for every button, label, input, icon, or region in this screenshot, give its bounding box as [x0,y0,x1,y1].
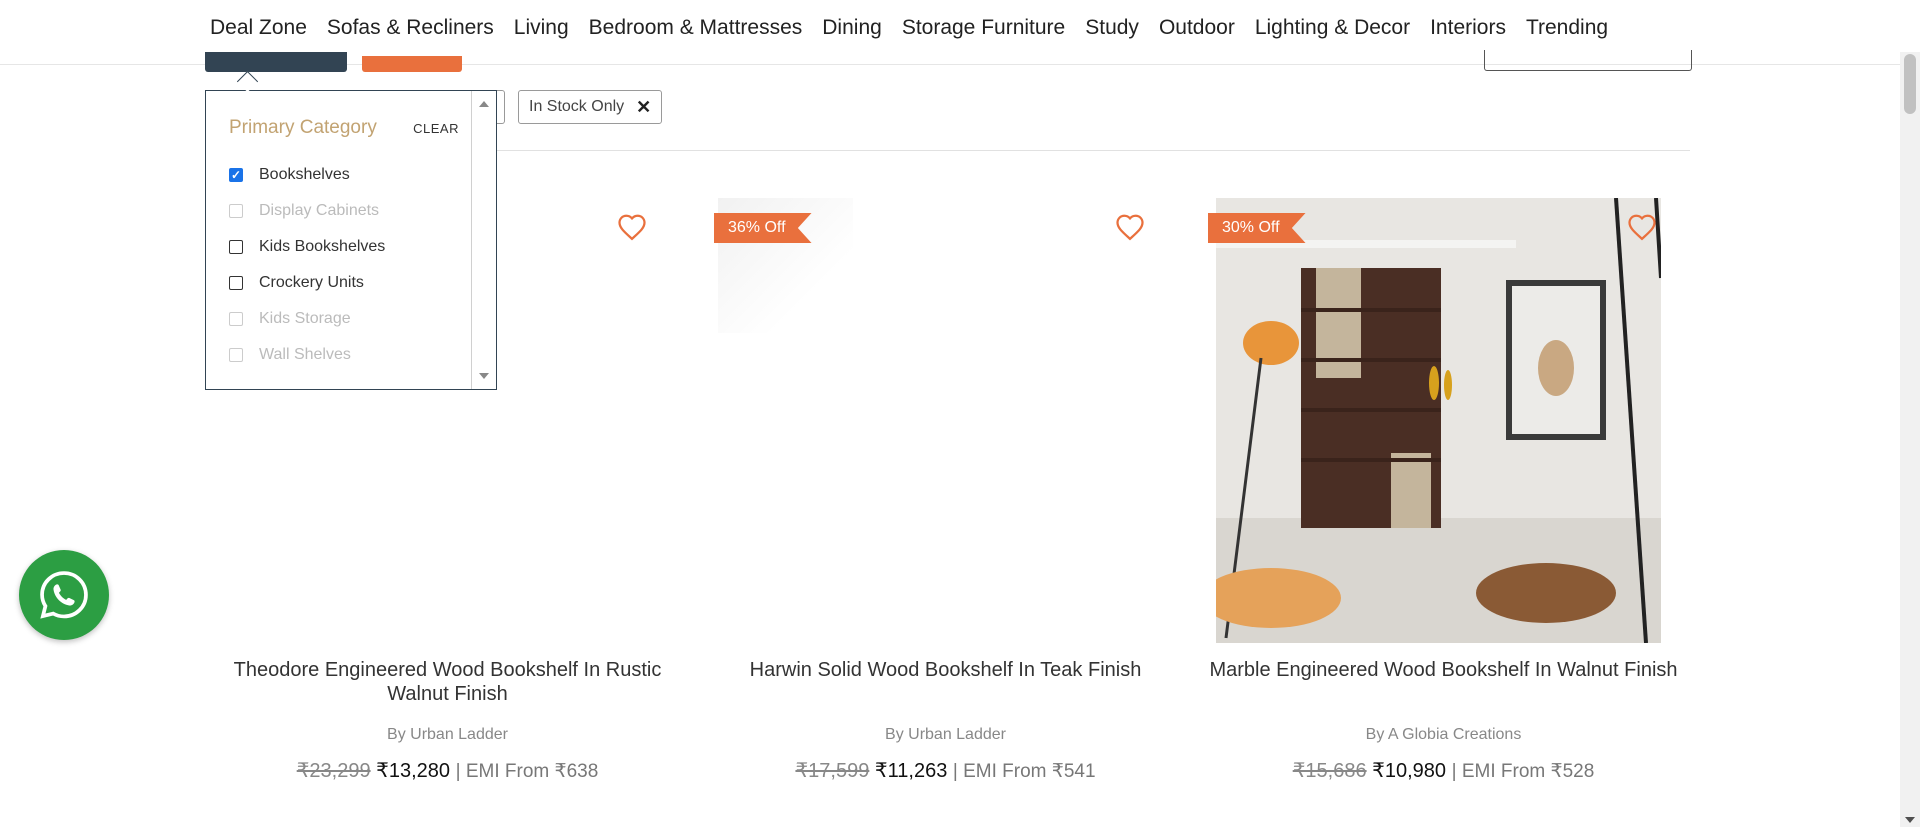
checkbox-checked-icon[interactable]: ✓ [229,168,243,182]
category-option-crockery-units[interactable]: Crockery Units [229,265,385,301]
nav-item-interiors[interactable]: Interiors [1430,16,1506,40]
whatsapp-icon [40,571,88,619]
category-option-bookshelves[interactable]: ✓ Bookshelves [229,157,385,193]
mrp-price: ₹15,686 [1292,760,1367,782]
category-option-wall-shelves: Wall Shelves [229,337,385,373]
sale-price: ₹13,280 [376,760,451,782]
nav-item-outdoor[interactable]: Outdoor [1159,16,1235,40]
heart-icon[interactable] [1115,213,1145,241]
category-option-display-cabinets: Display Cabinets [229,193,385,229]
product-price: ₹23,299 ₹13,280 | EMI From ₹638 [210,758,685,783]
nav-item-lighting-decor[interactable]: Lighting & Decor [1255,16,1410,40]
checkbox-disabled-icon [229,348,243,362]
emi-text: | EMI From ₹541 [952,761,1096,782]
discount-badge: 36% Off [714,213,812,243]
nav-item-study[interactable]: Study [1085,16,1139,40]
nav-item-living[interactable]: Living [514,16,569,40]
product-price: ₹15,686 ₹10,980 | EMI From ₹528 [1206,758,1681,783]
product-name[interactable]: Marble Engineered Wood Bookshelf In Waln… [1206,658,1681,682]
clear-button[interactable]: CLEAR [413,121,459,136]
page-scrollbar[interactable] [1900,52,1920,827]
product-image[interactable] [1216,198,1661,643]
emi-text: | EMI From ₹638 [455,761,599,782]
chip-label: In Stock Only [529,98,625,115]
checkbox-disabled-icon [229,312,243,326]
nav-item-dining[interactable]: Dining [822,16,882,40]
scroll-down-icon[interactable] [1905,817,1915,823]
product-name[interactable]: Theodore Engineered Wood Bookshelf In Ru… [210,658,685,706]
product-brand: By Urban Ladder [885,726,1006,743]
option-label: Crockery Units [259,274,364,291]
option-label: Display Cabinets [259,202,380,219]
close-icon[interactable]: ✕ [636,97,651,118]
dropdown-caret [236,70,259,93]
option-label: Bookshelves [259,166,350,183]
filter-button-active[interactable] [205,52,347,72]
filter-chip-in-stock[interactable]: In Stock Only ✕ [518,90,663,124]
mrp-price: ₹23,299 [296,760,371,782]
filter-button-accent[interactable] [362,56,462,72]
option-label: Kids Storage [259,310,351,327]
heart-icon[interactable] [1627,213,1657,241]
category-option-kids-bookshelves[interactable]: Kids Bookshelves [229,229,385,265]
sale-price: ₹10,980 [1372,760,1447,782]
heart-icon[interactable] [617,213,647,241]
primary-category-dropdown: Primary Category CLEAR ✓ Bookshelves Disp… [205,90,497,390]
category-option-kids-storage: Kids Storage [229,301,385,337]
nav-item-trending[interactable]: Trending [1526,16,1608,40]
product-brand: By Urban Ladder [387,726,508,743]
emi-text: | EMI From ₹528 [1451,761,1595,782]
product-price: ₹17,599 ₹11,263 | EMI From ₹541 [708,758,1183,783]
checkbox-disabled-icon [229,204,243,218]
nav-item-bedroom-mattresses[interactable]: Bedroom & Mattresses [589,16,803,40]
dropdown-scrollbar[interactable] [471,91,496,389]
dropdown-title: Primary Category [229,117,377,138]
nav-item-storage-furniture[interactable]: Storage Furniture [902,16,1065,40]
option-label: Kids Bookshelves [259,238,386,255]
scroll-up-icon[interactable] [479,101,489,107]
nav-item-deal-zone[interactable]: Deal Zone [210,16,307,40]
checkbox-icon[interactable] [229,276,243,290]
option-label: Wall Shelves [259,346,351,363]
scrollbar-thumb[interactable] [1904,54,1916,114]
sort-dropdown[interactable] [1484,50,1692,71]
product-name[interactable]: Harwin Solid Wood Bookshelf In Teak Fini… [708,658,1183,682]
whatsapp-button[interactable] [19,550,109,640]
product-image[interactable] [718,198,1163,643]
nav-item-sofas-recliners[interactable]: Sofas & Recliners [327,16,494,40]
checkbox-icon[interactable] [229,240,243,254]
mrp-price: ₹17,599 [795,760,870,782]
product-brand: By A Globia Creations [1365,726,1522,743]
category-option-list: ✓ Bookshelves Display Cabinets Kids Books… [229,157,385,373]
nav-list: Deal Zone Sofas & Recliners Living Bedro… [210,16,1608,40]
scroll-down-icon[interactable] [479,373,489,379]
dropdown-header: Primary Category CLEAR [229,117,459,139]
sale-price: ₹11,263 [874,760,948,782]
discount-badge: 30% Off [1208,213,1306,243]
